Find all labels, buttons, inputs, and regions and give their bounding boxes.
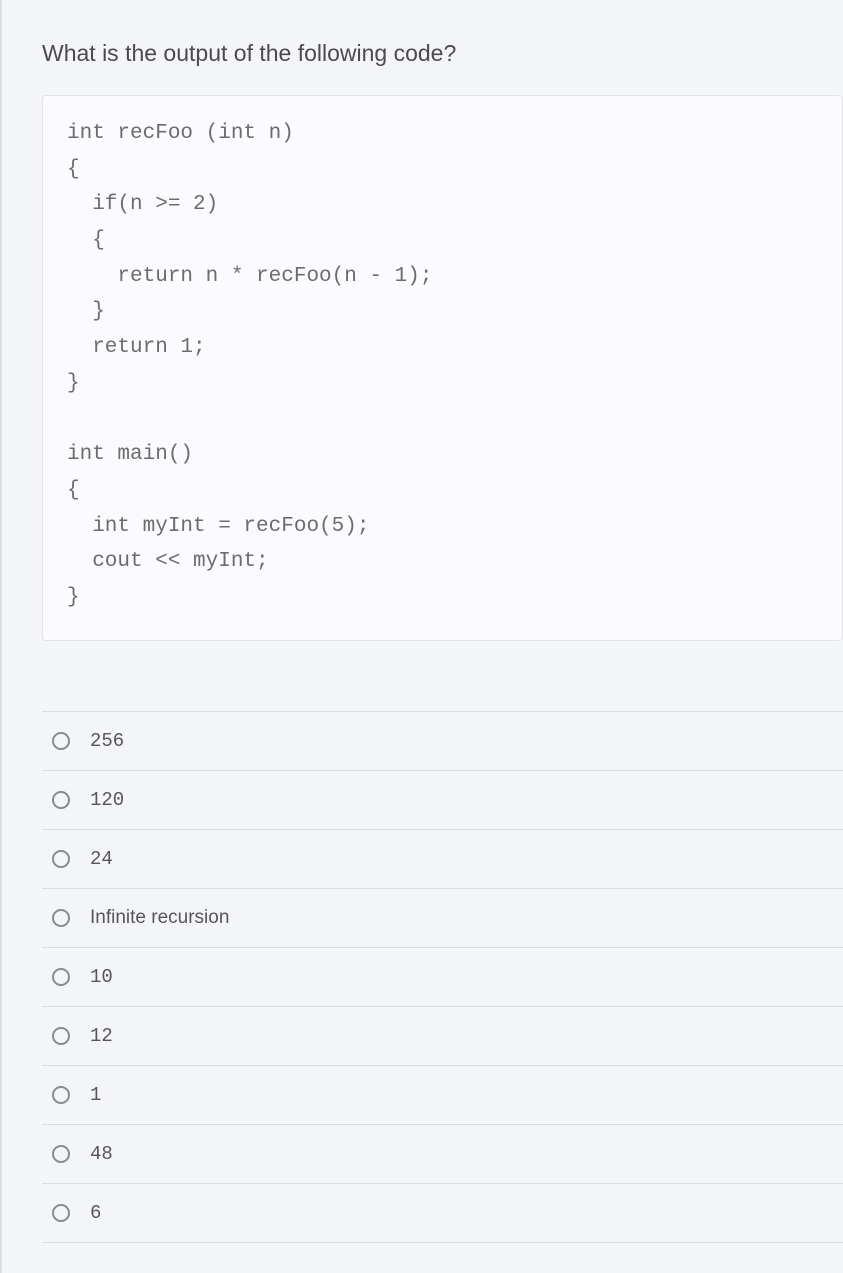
option-label: 12 xyxy=(90,1025,113,1047)
option-row[interactable]: 48 xyxy=(42,1125,843,1184)
question-prompt: What is the output of the following code… xyxy=(42,40,843,67)
option-label: 6 xyxy=(90,1202,101,1224)
radio-icon xyxy=(52,791,70,809)
option-row[interactable]: 24 xyxy=(42,830,843,889)
option-row[interactable]: 120 xyxy=(42,771,843,830)
radio-icon xyxy=(52,732,70,750)
option-row[interactable]: 12 xyxy=(42,1007,843,1066)
radio-icon xyxy=(52,968,70,986)
option-label: 1 xyxy=(90,1084,101,1106)
option-label: 48 xyxy=(90,1143,113,1165)
radio-icon xyxy=(52,1204,70,1222)
code-block: int recFoo (int n) { if(n >= 2) { return… xyxy=(42,95,843,641)
question-container: What is the output of the following code… xyxy=(0,0,843,1273)
option-row[interactable]: 10 xyxy=(42,948,843,1007)
radio-icon xyxy=(52,850,70,868)
option-row[interactable]: 256 xyxy=(42,711,843,771)
option-label: 24 xyxy=(90,848,113,870)
radio-icon xyxy=(52,1086,70,1104)
options-list: 256 120 24 Infinite recursion 10 12 1 4 xyxy=(42,711,843,1243)
option-row[interactable]: Infinite recursion xyxy=(42,889,843,948)
option-label: 10 xyxy=(90,966,113,988)
radio-icon xyxy=(52,909,70,927)
option-label: 120 xyxy=(90,789,124,811)
option-row[interactable]: 6 xyxy=(42,1184,843,1243)
option-label: 256 xyxy=(90,730,124,752)
option-label: Infinite recursion xyxy=(90,907,229,929)
radio-icon xyxy=(52,1027,70,1045)
option-row[interactable]: 1 xyxy=(42,1066,843,1125)
radio-icon xyxy=(52,1145,70,1163)
